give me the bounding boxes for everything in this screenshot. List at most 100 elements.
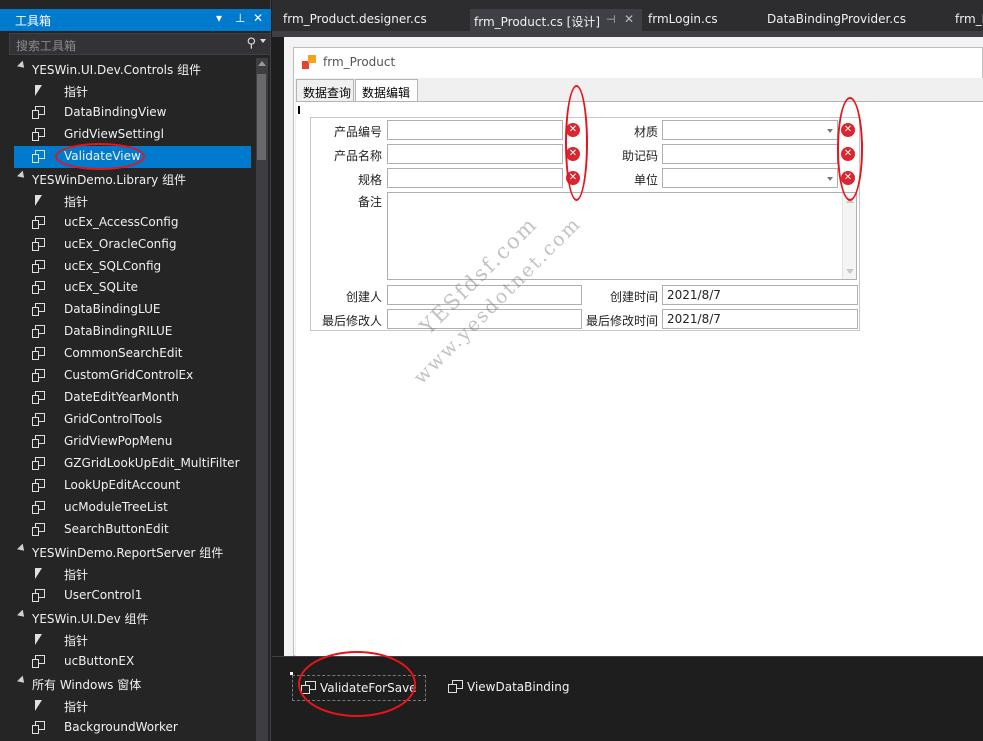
remark-memo[interactable] (387, 192, 857, 280)
close-icon[interactable]: ✕ (253, 11, 263, 25)
tab-designer-cs[interactable]: frm_Product.designer.cs (280, 9, 440, 31)
toolbox-group-header[interactable]: YESWinDemo.ReportServer 组件 (0, 541, 256, 563)
label-remark: 备注 (357, 195, 382, 209)
component-icon (32, 479, 46, 493)
tab-frmlogin[interactable]: frmLogin.cs (646, 9, 746, 31)
pointer-icon (32, 84, 46, 98)
toolbox-item[interactable]: BackgroundWorker (0, 717, 256, 739)
expand-arrow-icon[interactable] (17, 60, 27, 71)
component-icon (32, 303, 46, 317)
form-logo-icon (302, 55, 316, 69)
form-title: frm_Product (323, 55, 396, 69)
scroll-down-icon[interactable] (846, 269, 854, 274)
toolbox-item[interactable]: 指针 (0, 695, 256, 717)
label-create-time: 创建时间 (609, 290, 658, 304)
expand-arrow-icon[interactable] (17, 675, 27, 686)
material-combo[interactable] (662, 120, 838, 140)
toolbox-item[interactable]: ucEx_OracleConfig (0, 234, 256, 256)
product-name-input[interactable] (387, 144, 563, 164)
tab-data-query[interactable]: 数据查询 (296, 79, 354, 102)
toolbox-item[interactable]: 指针 (0, 629, 256, 651)
tab-frm-p[interactable]: frm_P (954, 9, 983, 31)
toolbox-item[interactable]: GridViewSettingl (0, 124, 256, 146)
toolbox-item[interactable]: DataBindingView (0, 102, 256, 124)
pin-icon[interactable]: ⊥ (235, 11, 245, 25)
toolbox-item[interactable]: ucModuleTreeList (0, 497, 256, 519)
toolbox-scrollbar[interactable] (256, 58, 268, 741)
component-icon (32, 457, 46, 471)
toolbox-title: 工具箱 (15, 14, 52, 28)
toolbox-title-bar: 工具箱 ▾ ⊥ ✕ (0, 9, 271, 31)
memo-scrollbar[interactable] (842, 193, 856, 279)
toolbox-search-input[interactable]: 搜索工具箱 ⚲ (9, 33, 271, 55)
toolbox-item[interactable]: ucButtonEX (0, 651, 256, 673)
spec-input[interactable] (387, 168, 563, 188)
unit-combo[interactable] (662, 168, 838, 188)
component-icon (32, 347, 46, 361)
chevron-down-icon[interactable] (827, 129, 833, 133)
toolbox-item[interactable]: GridViewPopMenu (0, 431, 256, 453)
toolbox-item[interactable]: CommonSearchEdit (0, 343, 256, 365)
chevron-down-icon[interactable] (827, 177, 833, 181)
expand-arrow-icon[interactable] (17, 609, 27, 620)
search-placeholder: 搜索工具箱 (16, 39, 77, 53)
toolbox-item[interactable]: 指针 (0, 190, 256, 212)
component-icon (32, 128, 46, 142)
toolbox-group-header[interactable]: 所有 Windows 窗体 (0, 673, 256, 695)
label-product-code: 产品编号 (333, 125, 382, 139)
scroll-up-icon[interactable] (258, 61, 266, 66)
toolbox-group-header[interactable]: YESWin.UI.Dev 组件 (0, 607, 256, 629)
toolbox-item[interactable]: ucEx_AccessConfig (0, 212, 256, 234)
toolbox-item[interactable]: ValidateView (14, 146, 251, 168)
toolbox-item[interactable]: SearchButtonEdit (0, 519, 256, 541)
toolbox-scrollbar-thumb[interactable] (257, 74, 266, 160)
tab-data-edit[interactable]: 数据编辑 (355, 79, 418, 103)
toolbox-item[interactable]: GZGridLookUpEdit_MultiFilter (0, 453, 256, 475)
component-icon (32, 655, 46, 669)
toolbox-group-header[interactable]: YESWin.UI.Dev.Controls 组件 (0, 58, 256, 80)
modify-time-input[interactable]: 2021/8/7 (662, 309, 858, 329)
pin-icon[interactable]: ⊣ (606, 13, 616, 26)
create-time-input[interactable]: 2021/8/7 (662, 285, 858, 305)
toolbox-item[interactable]: DateEditYearMonth (0, 387, 256, 409)
close-icon[interactable]: ✕ (624, 12, 634, 26)
toolbox-item[interactable]: 指针 (0, 563, 256, 585)
component-icon (32, 523, 46, 537)
label-product-name: 产品名称 (333, 149, 382, 163)
component-icon (32, 501, 46, 515)
tab-databindingprovider[interactable]: DataBindingProvider.cs (766, 9, 936, 31)
component-icon (32, 413, 46, 427)
toolbox-item[interactable]: DataBindingRILUE (0, 321, 256, 343)
component-icon (32, 369, 46, 383)
tray-item-validateforsave[interactable]: ValidateForSave (292, 675, 426, 701)
error-icon: ✕ (566, 171, 580, 185)
chevron-down-icon[interactable] (260, 39, 266, 43)
toolbox-item[interactable]: LookUpEditAccount (0, 475, 256, 497)
tray-item-viewdatabinding[interactable]: ViewDataBinding (440, 675, 580, 701)
component-icon (448, 680, 463, 693)
expand-arrow-icon[interactable] (17, 543, 27, 554)
toolbox-panel: 工具箱 ▾ ⊥ ✕ 搜索工具箱 ⚲ YESWin.UI.Dev.Controls… (0, 0, 271, 741)
selection-marker (298, 106, 300, 114)
tab-product-design[interactable]: frm_Product.cs [设计] ⊣ ✕ (470, 9, 642, 31)
expand-arrow-icon[interactable] (17, 170, 27, 181)
scroll-up-icon[interactable] (846, 198, 854, 203)
dropdown-icon[interactable]: ▾ (216, 11, 222, 25)
toolbox-item[interactable]: ucEx_SQLite (0, 277, 256, 299)
toolbox-group-header[interactable]: YESWinDemo.Library 组件 (0, 168, 256, 190)
product-code-input[interactable] (387, 120, 563, 140)
search-icon[interactable]: ⚲ (246, 36, 256, 51)
toolbox-item[interactable]: DataBindingLUE (0, 299, 256, 321)
component-icon (32, 325, 46, 339)
toolbox-item[interactable]: CustomGridControlEx (0, 365, 256, 387)
toolbox-item[interactable]: GridControlTools (0, 409, 256, 431)
toolbox-item[interactable]: UserControl1 (0, 585, 256, 607)
error-icon: ✕ (841, 147, 855, 161)
component-icon (32, 435, 46, 449)
toolbox-item[interactable]: ucEx_SQLConfig (0, 256, 256, 278)
toolbox-item[interactable]: 指针 (0, 80, 256, 102)
component-icon (32, 721, 46, 735)
component-icon (32, 150, 46, 164)
label-creator: 创建人 (345, 290, 382, 304)
mnemonic-input[interactable] (662, 144, 838, 164)
